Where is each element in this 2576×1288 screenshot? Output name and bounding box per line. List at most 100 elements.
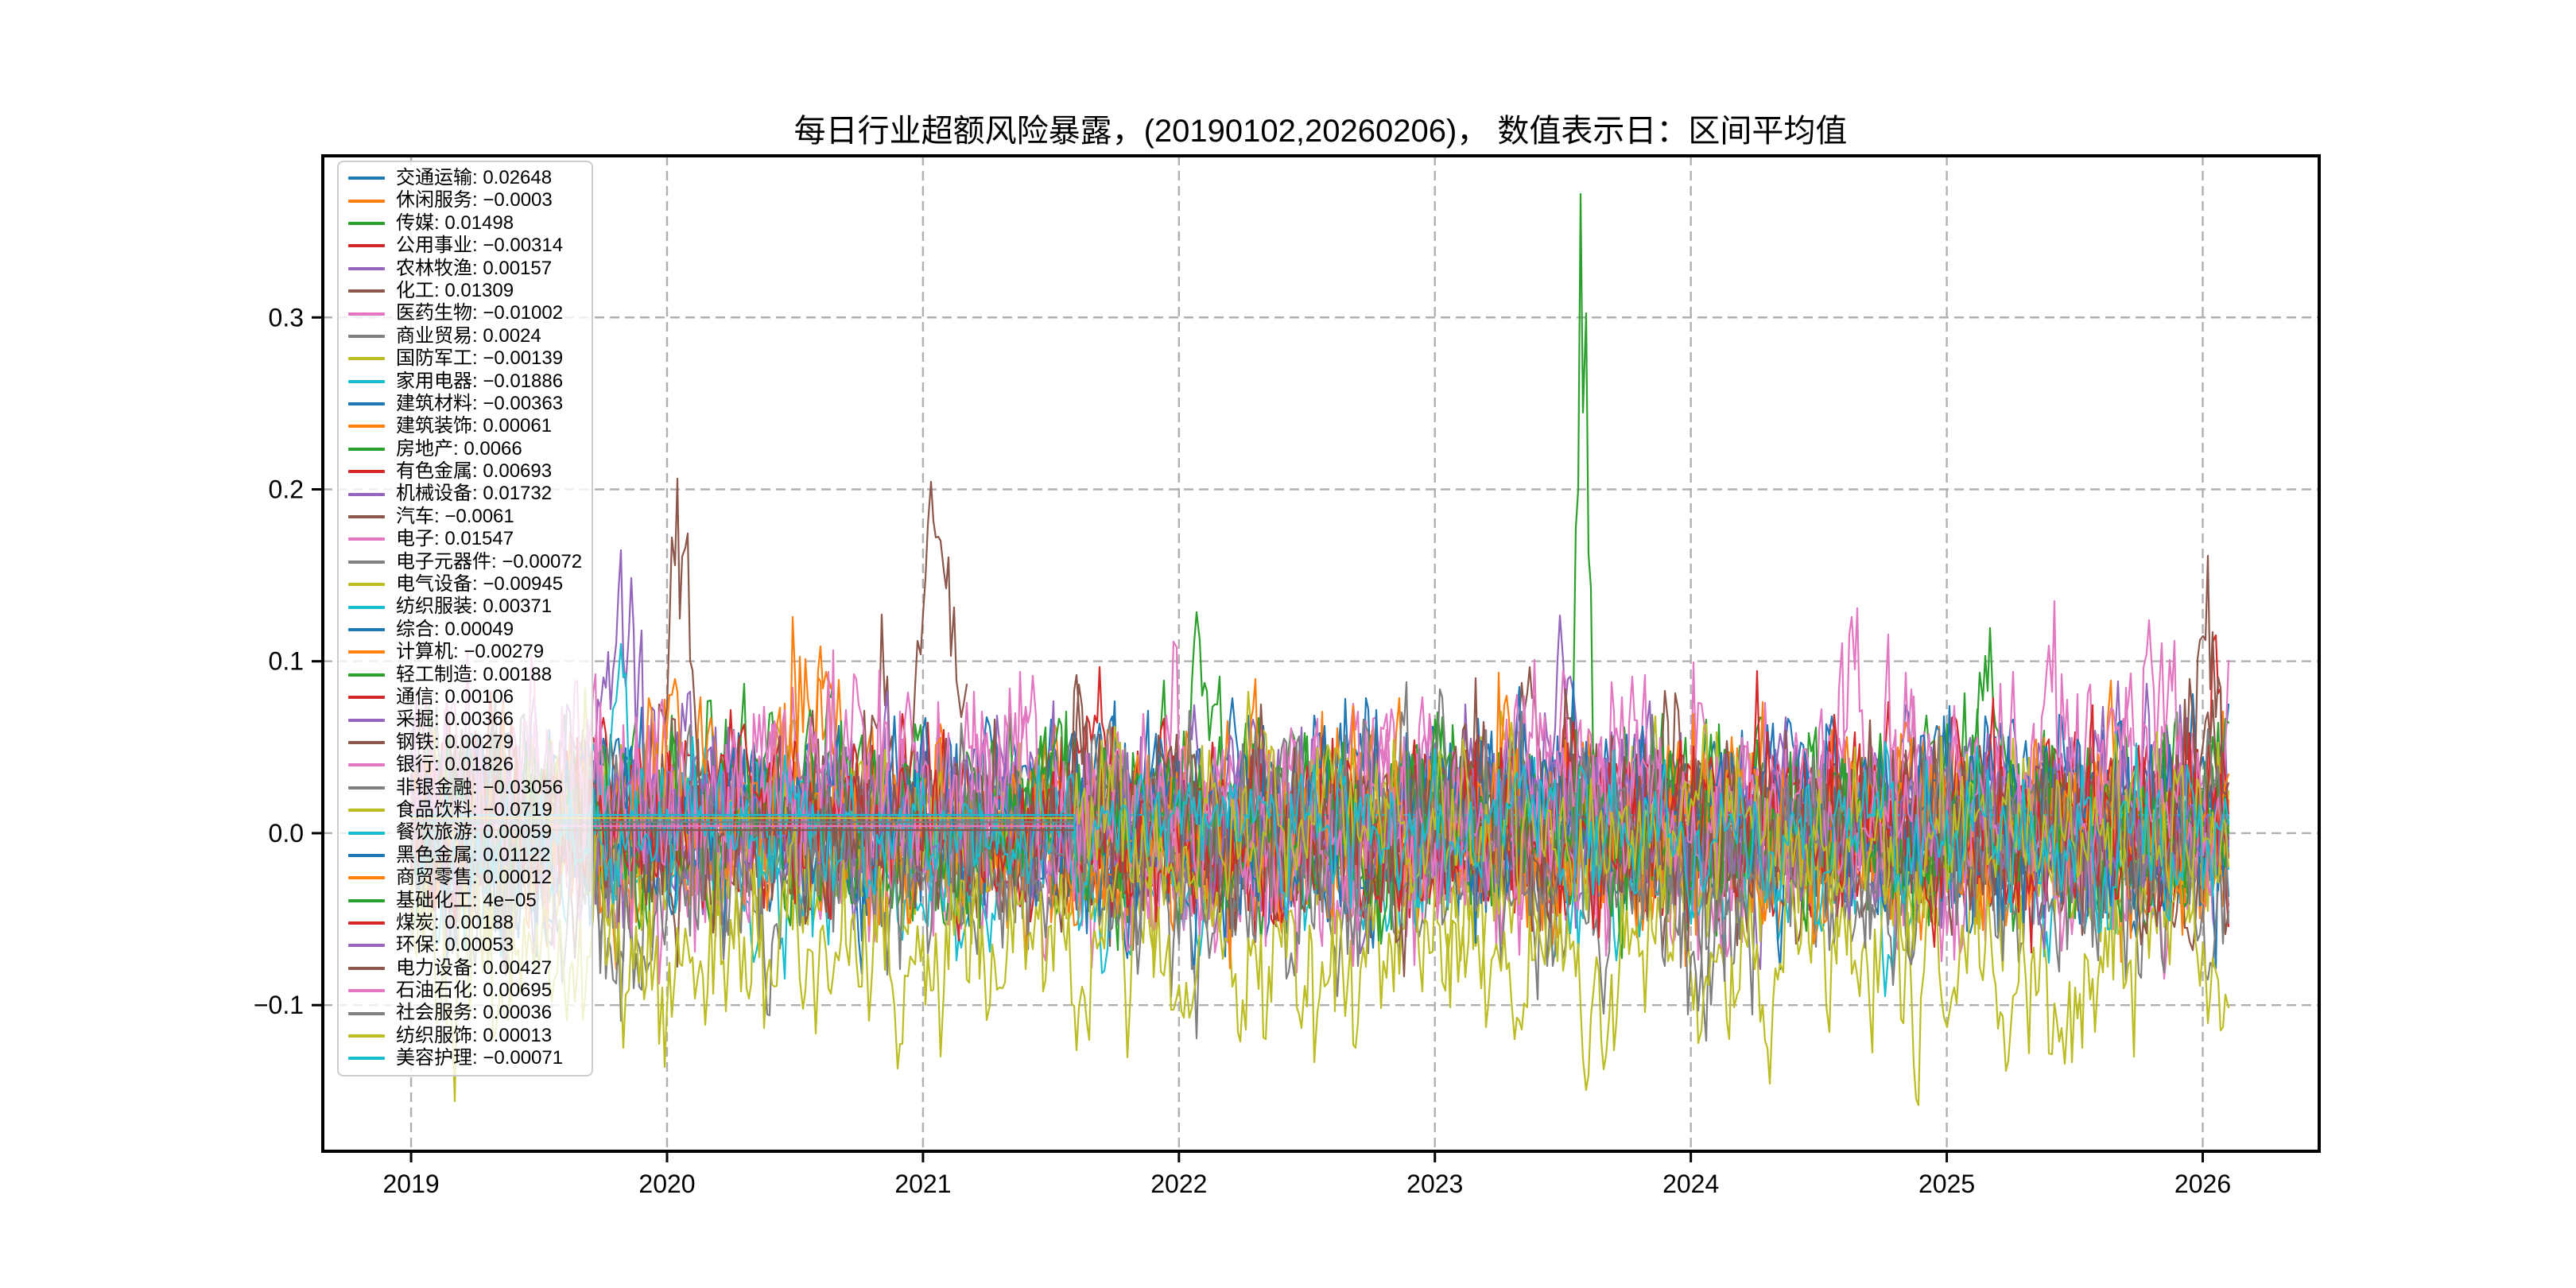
legend-label: 家用电器: −0.01886 — [396, 370, 563, 393]
legend-item: 汽车: −0.0061 — [339, 506, 592, 528]
legend-label: 美容护理: −0.00071 — [396, 1047, 563, 1069]
legend-label: 纺织服装: 0.00371 — [396, 596, 552, 618]
legend-item: 计算机: −0.00279 — [339, 641, 592, 663]
legend-item: 食品饮料: −0.0719 — [339, 799, 592, 821]
legend-swatch — [348, 289, 385, 293]
legend-item: 银行: 0.01826 — [339, 754, 592, 776]
legend-item: 农林牧渔: 0.00157 — [339, 258, 592, 280]
legend-item: 有色金属: 0.00693 — [339, 460, 592, 483]
legend-item: 纺织服装: 0.00371 — [339, 596, 592, 618]
legend-item: 休闲服务: −0.0003 — [339, 189, 592, 211]
legend-swatch — [348, 1034, 385, 1038]
legend-item: 商业贸易: 0.0024 — [339, 325, 592, 347]
legend-item: 社会服务: 0.00036 — [339, 1002, 592, 1024]
legend-item: 家用电器: −0.01886 — [339, 370, 592, 393]
legend-label: 农林牧渔: 0.00157 — [396, 258, 552, 280]
x-tick-label: 2025 — [1918, 1170, 1975, 1198]
legend-swatch — [348, 1057, 385, 1060]
y-tick-label: 0.3 — [269, 303, 304, 332]
legend-label: 轻工制造: 0.00188 — [396, 664, 552, 686]
legend-item: 电子: 0.01547 — [339, 528, 592, 550]
x-tick-label: 2024 — [1662, 1170, 1719, 1198]
legend-item: 化工: 0.01309 — [339, 280, 592, 302]
legend-item: 机械设备: 0.01732 — [339, 483, 592, 505]
legend-swatch — [348, 244, 385, 247]
legend-label: 通信: 0.00106 — [396, 686, 514, 708]
legend-item: 石油石化: 0.00695 — [339, 980, 592, 1002]
legend-item: 餐饮旅游: 0.00059 — [339, 821, 592, 844]
legend-label: 国防军工: −0.00139 — [396, 347, 563, 370]
legend-swatch — [348, 561, 385, 564]
legend-swatch — [348, 335, 385, 338]
x-tick-label: 2023 — [1406, 1170, 1463, 1198]
legend-swatch — [348, 696, 385, 699]
legend-label: 计算机: −0.00279 — [396, 641, 544, 663]
legend-item: 建筑装饰: 0.00061 — [339, 415, 592, 437]
legend-swatch — [348, 1012, 385, 1015]
legend-item: 采掘: 0.00366 — [339, 708, 592, 731]
legend-item: 通信: 0.00106 — [339, 686, 592, 708]
legend-label: 环保: 0.00053 — [396, 934, 514, 956]
legend-label: 建筑装饰: 0.00061 — [396, 415, 552, 437]
legend-swatch — [348, 719, 385, 722]
legend-swatch — [348, 583, 385, 586]
legend-swatch — [348, 312, 385, 316]
legend-label: 电气设备: −0.00945 — [396, 573, 563, 596]
legend-label: 黑色金属: 0.01122 — [396, 844, 550, 867]
legend-label: 建筑材料: −0.00363 — [396, 393, 563, 415]
legend-label: 石油石化: 0.00695 — [396, 980, 552, 1002]
legend-item: 交通运输: 0.02648 — [339, 167, 592, 189]
legend-item: 商贸零售: 0.00012 — [339, 867, 592, 889]
legend-label: 银行: 0.01826 — [396, 754, 514, 776]
legend-swatch — [348, 470, 385, 473]
legend-swatch — [348, 809, 385, 812]
legend-swatch — [348, 876, 385, 879]
legend-item: 电子元器件: −0.00072 — [339, 551, 592, 573]
x-tick-label: 2019 — [382, 1170, 439, 1198]
legend-swatch — [348, 493, 385, 496]
legend-label: 煤炭: 0.00188 — [396, 912, 514, 934]
legend-label: 社会服务: 0.00036 — [396, 1002, 552, 1024]
legend-item: 基础化工: 4e−05 — [339, 890, 592, 912]
legend-swatch — [348, 786, 385, 789]
legend-item: 医药生物: −0.01002 — [339, 302, 592, 324]
x-tick-label: 2026 — [2174, 1170, 2231, 1198]
y-tick-label: 0.1 — [269, 647, 304, 676]
legend-swatch — [348, 402, 385, 405]
legend-swatch — [348, 357, 385, 360]
legend-swatch — [348, 200, 385, 203]
legend-swatch — [348, 763, 385, 766]
legend-swatch — [348, 448, 385, 451]
legend-item: 电力设备: 0.00427 — [339, 957, 592, 980]
legend-swatch — [348, 628, 385, 631]
x-tick-label: 2020 — [638, 1170, 695, 1198]
legend-swatch — [348, 832, 385, 835]
legend-swatch — [348, 854, 385, 857]
legend-item: 建筑材料: −0.00363 — [339, 393, 592, 415]
legend-label: 纺织服饰: 0.00013 — [396, 1025, 552, 1047]
legend-swatch — [348, 899, 385, 902]
legend-item: 黑色金属: 0.01122 — [339, 844, 592, 867]
legend-item: 非银金融: −0.03056 — [339, 777, 592, 799]
legend-swatch — [348, 222, 385, 225]
legend-label: 汽车: −0.0061 — [396, 506, 514, 528]
legend-label: 基础化工: 4e−05 — [396, 890, 537, 912]
legend-label: 钢铁: 0.00279 — [396, 731, 514, 754]
legend-label: 电子: 0.01547 — [396, 528, 514, 550]
legend-swatch — [348, 425, 385, 428]
y-tick-label: −0.1 — [254, 991, 304, 1019]
legend-label: 餐饮旅游: 0.00059 — [396, 821, 552, 844]
legend-swatch — [348, 177, 385, 180]
legend-item: 环保: 0.00053 — [339, 934, 592, 956]
legend-item: 美容护理: −0.00071 — [339, 1047, 592, 1069]
x-tick-label: 2022 — [1150, 1170, 1207, 1198]
legend-item: 国防军工: −0.00139 — [339, 347, 592, 370]
legend-item: 综合: 0.00049 — [339, 619, 592, 641]
legend-swatch — [348, 921, 385, 925]
x-tick-label: 2021 — [894, 1170, 951, 1198]
legend-swatch — [348, 989, 385, 992]
legend-swatch — [348, 673, 385, 677]
series-lines — [411, 194, 2229, 1105]
legend-label: 综合: 0.00049 — [396, 619, 514, 641]
legend-item: 钢铁: 0.00279 — [339, 731, 592, 754]
